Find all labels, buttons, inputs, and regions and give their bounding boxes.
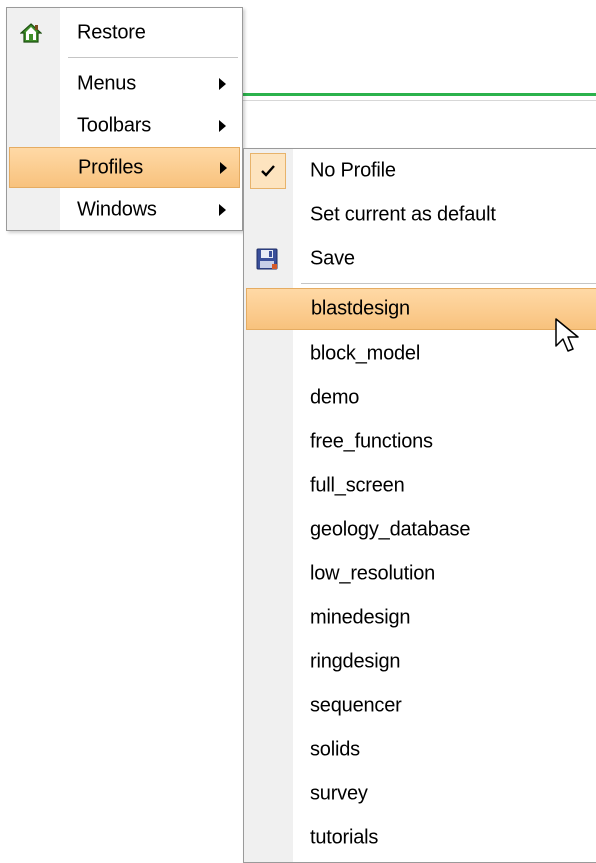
floppy-disk-icon	[256, 248, 278, 270]
menu-item-no-profile[interactable]: No Profile	[244, 151, 596, 191]
menu-item-windows[interactable]: Windows	[7, 189, 242, 230]
menu-item-label: sequencer	[310, 694, 402, 717]
menu-item-toolbars[interactable]: Toolbars	[7, 105, 242, 147]
submenu-arrow-icon	[220, 161, 227, 174]
menu-item-label: free_functions	[310, 430, 433, 453]
menu-item-label: Menus	[77, 72, 137, 95]
background-divider	[243, 100, 596, 101]
menu-separator-highlight	[68, 58, 238, 59]
menu-item-label: Profiles	[78, 156, 144, 178]
menu-item-label: geology_database	[310, 518, 471, 541]
menu-item-label: Windows	[77, 198, 157, 220]
menu-item-label: No Profile	[310, 159, 396, 182]
profile-item-free-functions[interactable]: free_functions	[244, 420, 596, 464]
profile-item-full-screen[interactable]: full_screen	[244, 464, 596, 508]
menu-item-label: Restore	[77, 21, 146, 44]
mouse-pointer-icon	[555, 318, 581, 360]
menu-item-label: minedesign	[310, 606, 411, 629]
profile-item-block-model[interactable]: block_model	[244, 332, 596, 376]
submenu-arrow-icon	[219, 78, 226, 90]
profile-item-survey[interactable]: survey	[244, 772, 596, 816]
profile-item-demo[interactable]: demo	[244, 376, 596, 420]
menu-item-save[interactable]: Save	[244, 237, 596, 281]
menu-item-restore[interactable]: Restore	[7, 11, 242, 55]
menu-item-label: blastdesign	[311, 297, 410, 320]
menu-item-menus[interactable]: Menus	[7, 63, 242, 105]
profile-item-tutorials[interactable]: tutorials	[244, 816, 596, 860]
background-green-line	[243, 93, 596, 96]
menu-item-label: Toolbars	[77, 114, 151, 137]
profile-item-solids[interactable]: solids	[244, 728, 596, 772]
profile-item-minedesign[interactable]: minedesign	[244, 596, 596, 640]
profile-item-sequencer[interactable]: sequencer	[244, 684, 596, 728]
view-context-menu: Restore Menus Toolbars Profiles Windows	[6, 7, 243, 231]
profile-item-ringdesign[interactable]: ringdesign	[244, 640, 596, 684]
menu-item-label: tutorials	[310, 826, 379, 849]
profile-item-low-resolution[interactable]: low_resolution	[244, 552, 596, 596]
menu-item-label: low_resolution	[310, 562, 436, 585]
menu-item-set-default[interactable]: Set current as default	[244, 193, 596, 237]
profile-item-geology-database[interactable]: geology_database	[244, 508, 596, 552]
menu-item-label: Save	[310, 247, 355, 270]
menu-item-label: block_model	[310, 342, 421, 365]
menu-item-label: ringdesign	[310, 650, 401, 673]
menu-item-label: solids	[310, 738, 360, 761]
menu-item-label: Set current as default	[310, 203, 496, 226]
submenu-arrow-icon	[219, 203, 226, 216]
profile-item-blastdesign[interactable]: blastdesign	[246, 288, 596, 330]
menu-item-label: demo	[310, 386, 360, 409]
checkmark-icon	[250, 153, 286, 189]
submenu-arrow-icon	[219, 120, 226, 132]
menu-item-label: full_screen	[310, 474, 405, 497]
menu-separator-highlight	[301, 284, 596, 285]
menu-item-label: survey	[310, 782, 368, 805]
menu-item-profiles[interactable]: Profiles	[9, 147, 240, 188]
home-icon	[20, 22, 42, 44]
profiles-submenu: No Profile Set current as default Save b…	[243, 148, 596, 863]
